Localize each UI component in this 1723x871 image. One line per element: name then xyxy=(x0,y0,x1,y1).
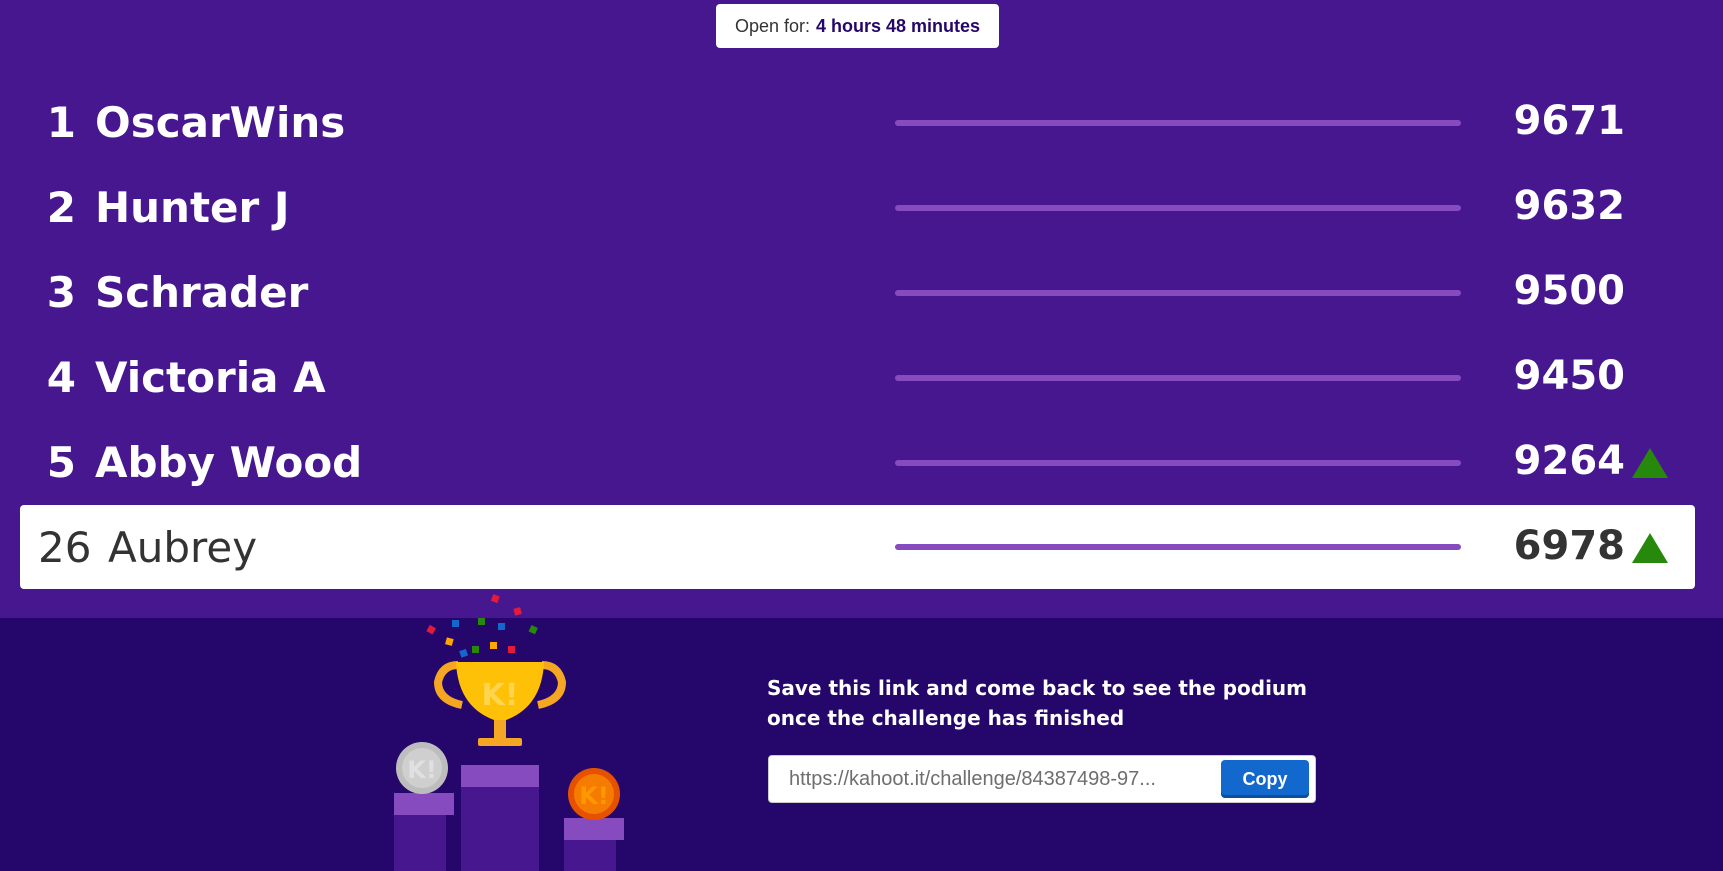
podium-illustration: K! K! K! xyxy=(394,594,624,871)
time-remaining-badge: Open for: 4 hours 48 minutes xyxy=(716,4,999,48)
player-name: Abby Wood xyxy=(95,438,363,487)
leaderboard-row: 5 Abby Wood 9264 xyxy=(0,420,1723,505)
player-rank: 2 xyxy=(46,183,76,232)
player-score: 9632 xyxy=(1513,183,1625,229)
score-bar xyxy=(895,205,1461,211)
leaderboard-row: 4 Victoria A 9450 xyxy=(0,335,1723,420)
player-name: Schrader xyxy=(95,268,309,317)
current-player-name: Aubrey xyxy=(108,523,258,572)
score-bar xyxy=(895,460,1461,466)
trend-up-arrow-icon xyxy=(1632,448,1668,478)
score-bar xyxy=(895,375,1461,381)
player-name: OscarWins xyxy=(95,98,346,147)
time-remaining-value: 4 hours 48 minutes xyxy=(815,15,981,36)
confetti-icon xyxy=(426,594,538,658)
score-bar xyxy=(895,544,1461,550)
copy-button[interactable]: Copy xyxy=(1221,760,1309,798)
player-score: 9671 xyxy=(1513,98,1625,144)
silver-medal-icon: K! xyxy=(396,742,448,794)
current-player-score: 6978 xyxy=(1513,523,1625,569)
leaderboard-row: 1 OscarWins 9671 xyxy=(0,80,1723,165)
player-score: 9500 xyxy=(1513,268,1625,314)
leaderboard-row: 3 Schrader 9500 xyxy=(0,250,1723,335)
score-bar xyxy=(895,120,1461,126)
leaderboard-row: 2 Hunter J 9632 xyxy=(0,165,1723,250)
score-bar xyxy=(895,290,1461,296)
bronze-medal-icon: K! xyxy=(568,768,620,820)
player-name: Hunter J xyxy=(95,183,290,232)
player-rank: 4 xyxy=(46,353,76,402)
current-player-row: 26 Aubrey 6978 xyxy=(20,505,1695,589)
player-rank: 5 xyxy=(46,438,76,487)
player-rank: 3 xyxy=(46,268,76,317)
player-score: 9264 xyxy=(1513,438,1625,484)
svg-text:K!: K! xyxy=(579,782,609,810)
time-remaining-label: Open for: xyxy=(734,15,810,36)
svg-text:K!: K! xyxy=(482,678,519,713)
challenge-link-box: https://kahoot.it/challenge/84387498-97.… xyxy=(768,755,1316,803)
player-name: Victoria A xyxy=(95,353,326,402)
svg-text:K!: K! xyxy=(407,756,437,784)
save-link-message: Save this link and come back to see the … xyxy=(767,676,1307,730)
player-rank: 1 xyxy=(46,98,76,147)
player-score: 9450 xyxy=(1513,353,1625,399)
trophy-icon: K! xyxy=(433,661,567,746)
trend-up-arrow-icon xyxy=(1632,533,1668,563)
challenge-link-field[interactable]: https://kahoot.it/challenge/84387498-97.… xyxy=(789,768,1213,791)
footer xyxy=(0,618,1723,871)
current-player-rank: 26 xyxy=(38,523,92,572)
